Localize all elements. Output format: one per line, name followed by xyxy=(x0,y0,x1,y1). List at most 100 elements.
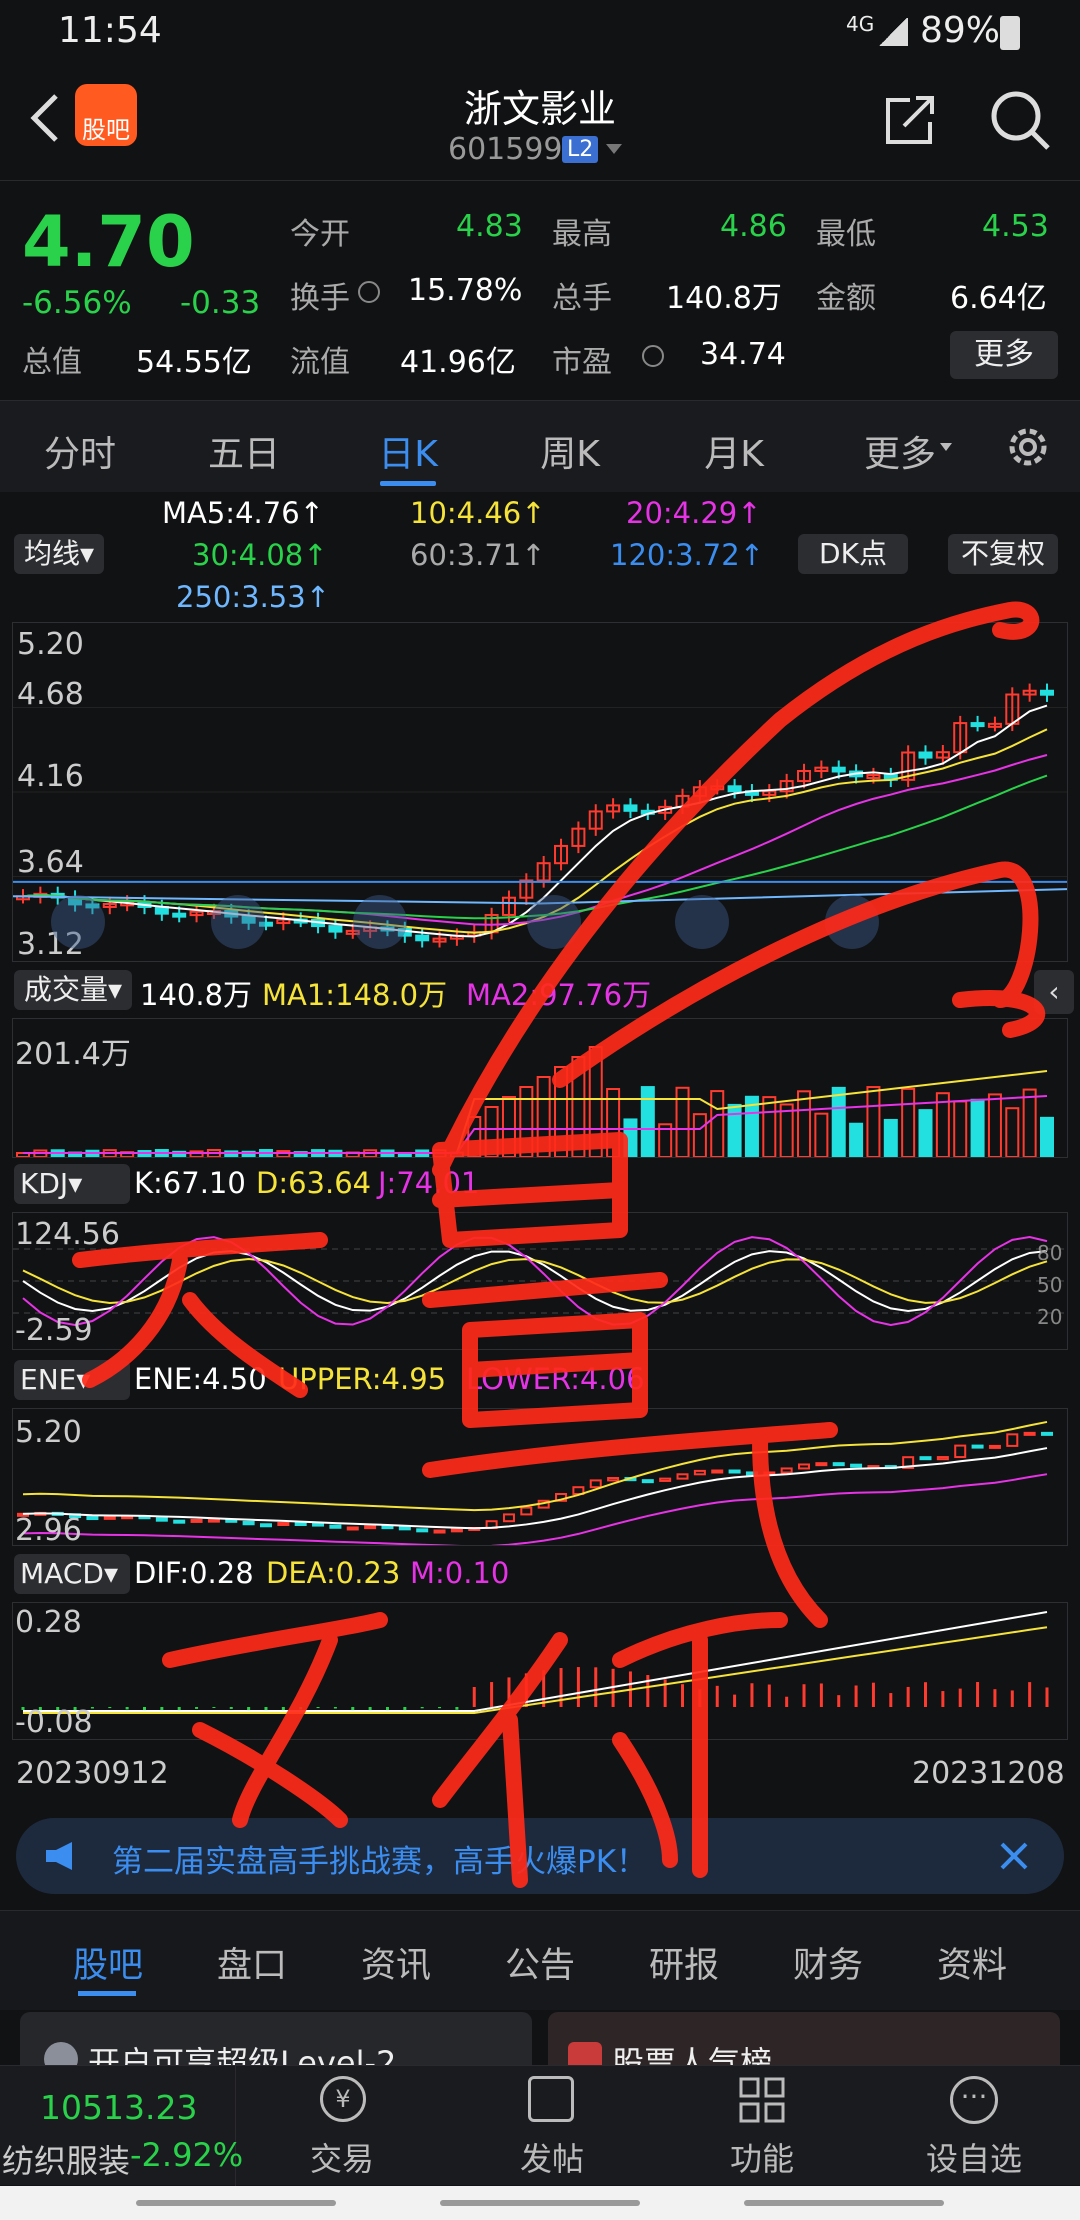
tab-weekly-k[interactable]: 周K xyxy=(490,425,650,477)
ene-selector[interactable]: ENE▾ xyxy=(14,1360,130,1400)
kdj-selector[interactable]: KDJ▾ xyxy=(14,1164,130,1204)
gesture-bar xyxy=(0,2186,1080,2220)
ene-candle xyxy=(381,1525,394,1530)
tab-news[interactable]: 资讯 xyxy=(316,1937,476,1988)
expand-icon[interactable] xyxy=(825,895,879,949)
kdj-level: 80 xyxy=(1037,1241,1063,1265)
kline-chart[interactable]: 5.20 4.68 4.16 3.64 3.12 xyxy=(12,622,1068,962)
tab-five-day[interactable]: 五日 xyxy=(164,425,324,477)
close-icon[interactable] xyxy=(996,1838,1032,1874)
chart-tabs: 分时 五日 日K 周K 月K 更多 xyxy=(0,400,1080,492)
tab-more[interactable]: 更多 xyxy=(820,425,980,477)
edit-icon xyxy=(528,2076,574,2122)
volume-bar xyxy=(554,1066,569,1158)
level2-card[interactable]: 开户可享超级Level-2 xyxy=(20,2012,532,2072)
end-date: 20231208 xyxy=(912,1756,1065,1791)
ene-candle xyxy=(1023,1431,1036,1436)
kdj-k: K:67.10 xyxy=(134,1166,246,1200)
tab-timeshare[interactable]: 分时 xyxy=(0,425,160,477)
candle-body xyxy=(727,785,742,793)
dk-point-button[interactable]: DK点 xyxy=(798,534,908,574)
kdj-chart[interactable]: 124.56 -2.59 80 50 20 xyxy=(12,1212,1068,1350)
zoom-in-icon[interactable] xyxy=(353,895,407,949)
ene-candle xyxy=(659,1477,672,1482)
macd-chart[interactable]: 0.28 -0.08 xyxy=(12,1602,1068,1740)
quote-panel: 4.70 -6.56% -0.33 总值 54.55亿 今开 4.83 最高 4… xyxy=(0,180,1080,400)
adjust-button[interactable]: 不复权 xyxy=(948,534,1058,574)
tab-monthly-k[interactable]: 月K xyxy=(654,425,814,477)
tab-order-book[interactable]: 盘口 xyxy=(172,1937,332,1988)
tab-daily-k[interactable]: 日K xyxy=(328,425,488,477)
volume-bar xyxy=(779,1103,794,1158)
ene-candle xyxy=(988,1444,1001,1449)
dropdown-icon[interactable] xyxy=(606,144,622,154)
gear-icon[interactable] xyxy=(1002,421,1054,473)
guba-logo-text: 股吧 xyxy=(82,116,130,144)
volume-chart[interactable]: 201.4万 xyxy=(12,1018,1068,1159)
more-dots-icon: ··· xyxy=(950,2076,998,2124)
sector-index[interactable]: 10513.23 纺织服装 -2.92% xyxy=(0,2066,243,2186)
quote-key: 流值 xyxy=(290,345,350,380)
guba-logo[interactable]: 股吧 xyxy=(75,84,137,146)
nav-post[interactable]: 发帖 xyxy=(462,2066,642,2186)
kdj-selector-label: KDJ xyxy=(20,1167,69,1200)
kdj-level: 50 xyxy=(1037,1273,1063,1297)
grid-icon xyxy=(738,2076,786,2124)
ene-chart[interactable]: 5.20 2.96 xyxy=(12,1408,1068,1548)
popularity-card[interactable]: 股票人气榜 xyxy=(548,2012,1060,2072)
ene-candle xyxy=(971,1444,984,1449)
ma10-label: 10:4.46↑ xyxy=(410,496,546,530)
macd-selector[interactable]: MACD▾ xyxy=(14,1554,130,1594)
info-icon[interactable] xyxy=(358,281,380,303)
kdj-canvas xyxy=(13,1236,1067,1327)
volume-selector[interactable]: 成交量▾ xyxy=(14,970,132,1010)
volume-bar xyxy=(501,1096,516,1158)
start-date: 20230912 xyxy=(16,1756,169,1791)
ene-candle xyxy=(798,1463,811,1470)
tab-guba[interactable]: 股吧 xyxy=(28,1937,188,1988)
ene-candle xyxy=(745,1471,758,1476)
signal-icon xyxy=(878,18,908,46)
ma-selector-label: 均线 xyxy=(23,537,80,570)
nav-functions[interactable]: 功能 xyxy=(672,2066,852,2186)
quote-key: 最高 xyxy=(552,217,612,252)
ene-selector-label: ENE xyxy=(20,1363,77,1396)
nav-functions-label: 功能 xyxy=(729,2140,794,2178)
tab-profile[interactable]: 资料 xyxy=(892,1937,1052,1988)
collapse-icon[interactable]: ‹ xyxy=(1034,970,1074,1014)
nav-trade[interactable]: ¥ 交易 xyxy=(252,2066,432,2186)
search-icon[interactable] xyxy=(988,88,1054,154)
nav-add-watchlist[interactable]: ··· 设自选 xyxy=(884,2066,1064,2186)
volume-bar xyxy=(519,1086,534,1158)
index-value: 10513.23 xyxy=(40,2088,198,2127)
volume-bar xyxy=(866,1086,881,1158)
section-tabs: 股吧 盘口 资讯 公告 研报 财务 资料 xyxy=(0,1910,1080,2010)
price-tick: 4.16 xyxy=(17,759,84,794)
chevron-right-icon[interactable] xyxy=(675,895,729,949)
tab-finance[interactable]: 财务 xyxy=(748,1937,908,1988)
info-icon[interactable] xyxy=(642,345,664,367)
tab-research[interactable]: 研报 xyxy=(604,1937,764,1988)
quote-value: 15.78% xyxy=(408,273,523,308)
volume-bar xyxy=(640,1086,655,1158)
ma-selector[interactable]: 均线▾ xyxy=(14,534,104,574)
fullscreen-icon[interactable] xyxy=(51,895,105,949)
contest-banner[interactable]: 第二届实盘高手挑战赛，高手火爆PK！ xyxy=(16,1818,1064,1894)
volume-bar xyxy=(692,1113,707,1158)
kdj-level: 20 xyxy=(1037,1305,1063,1329)
status-bar: 11:54 4G 89% xyxy=(0,0,1080,68)
share-icon[interactable] xyxy=(880,90,940,150)
volume-bar xyxy=(588,1046,603,1158)
quote-key: 最低 xyxy=(816,217,876,252)
zoom-out-icon[interactable] xyxy=(211,895,265,949)
macd-canvas xyxy=(21,1611,1049,1714)
ene-candle xyxy=(1041,1431,1053,1436)
chevron-left-icon[interactable] xyxy=(527,895,581,949)
tab-announcements[interactable]: 公告 xyxy=(460,1937,620,1988)
more-button[interactable]: 更多 xyxy=(950,331,1058,379)
battery-icon xyxy=(1000,16,1020,50)
back-icon[interactable] xyxy=(20,88,70,148)
quote-key: 金额 xyxy=(816,281,876,316)
candle-body xyxy=(970,722,985,728)
ene-candle xyxy=(815,1462,828,1467)
